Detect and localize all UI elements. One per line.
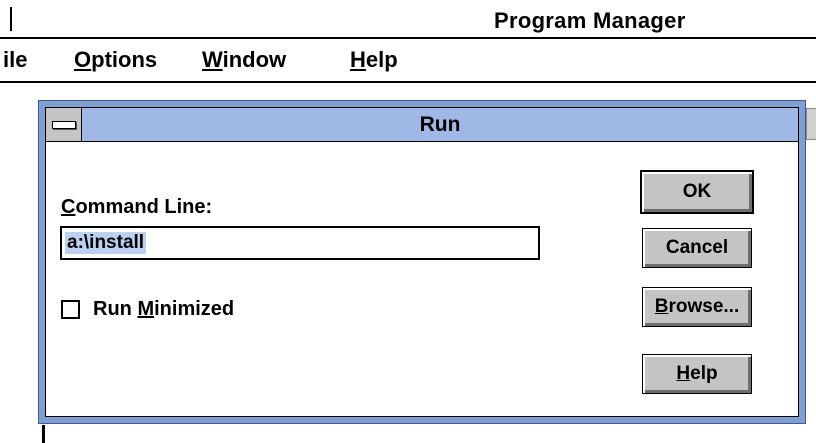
cancel-button[interactable]: Cancel: [642, 228, 752, 268]
menu-options-label: ptions: [91, 47, 158, 72]
command-line-value: a:\install: [65, 232, 147, 254]
run-minimized-checkbox[interactable]: [61, 300, 80, 319]
help-button-label: elp: [690, 363, 718, 384]
menu-window-mnemonic: W: [202, 47, 223, 72]
menu-file[interactable]: ile: [3, 47, 27, 73]
command-line-label: Command Line:: [61, 196, 212, 219]
command-line-mnemonic: C: [61, 196, 76, 218]
dialog-title: Run: [419, 113, 461, 136]
scroll-button[interactable]: [806, 108, 816, 140]
dialog-titlebar: Run: [46, 108, 798, 142]
cancel-button-label: Cancel: [665, 237, 729, 258]
program-manager-titlebar: Program Manager: [0, 0, 816, 39]
command-line-input[interactable]: a:\install: [60, 226, 540, 260]
run-minimized-label-text: inimized: [154, 298, 235, 320]
menu-options[interactable]: Options: [74, 47, 157, 73]
menu-file-label: ile: [3, 47, 28, 72]
menu-bar: ile Options Window Help: [0, 39, 816, 83]
menu-window[interactable]: Window: [202, 47, 286, 73]
browse-button[interactable]: Browse...: [642, 287, 752, 327]
dialog-body: Run Command Line: a:\install Run Minimiz…: [45, 107, 799, 417]
help-mnemonic: H: [676, 363, 691, 384]
menu-help-mnemonic: H: [350, 47, 366, 72]
window-edge: [10, 7, 12, 31]
help-button[interactable]: Help: [642, 354, 752, 394]
browse-button-label: rowse...: [668, 296, 740, 317]
run-dialog: Run Command Line: a:\install Run Minimiz…: [38, 100, 806, 424]
menu-window-label: indow: [222, 47, 287, 72]
command-line-label-text: ommand Line:: [75, 196, 213, 218]
ok-button-label: OK: [682, 181, 712, 202]
window-border: [42, 425, 45, 443]
system-menu-bar-icon: [52, 121, 76, 129]
run-minimized-mnemonic: M: [137, 298, 155, 320]
app-title: Program Manager: [494, 8, 686, 33]
run-minimized-label[interactable]: Run Minimized: [93, 298, 234, 321]
browse-mnemonic: B: [654, 296, 669, 317]
menu-help-label: elp: [365, 47, 398, 72]
system-menu-button[interactable]: [46, 108, 82, 141]
ok-button[interactable]: OK: [640, 170, 754, 214]
run-minimized-prefix: Run: [93, 298, 138, 320]
menu-help[interactable]: Help: [350, 47, 398, 73]
menu-options-mnemonic: O: [74, 47, 92, 72]
